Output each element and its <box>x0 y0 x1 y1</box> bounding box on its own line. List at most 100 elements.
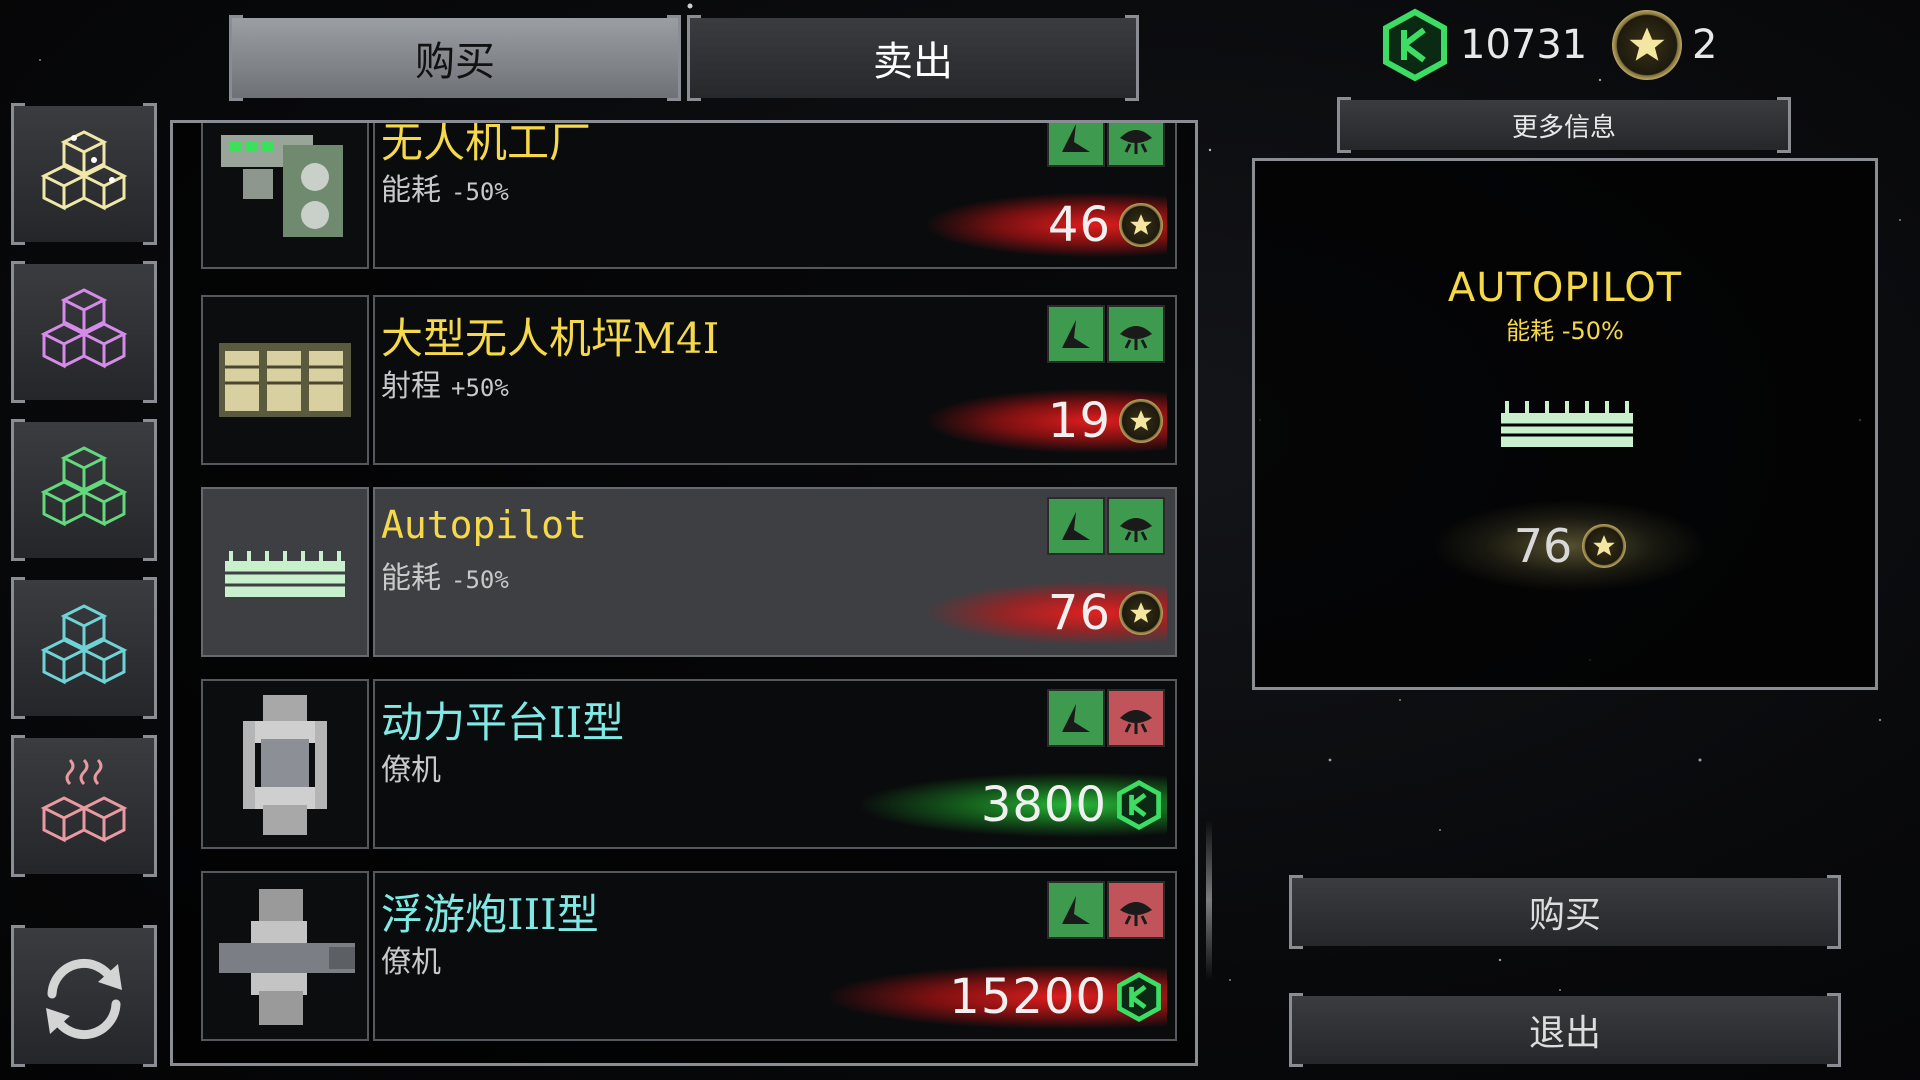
item-detail-panel: AUTOPILOT 能耗 -50% 76 <box>1252 158 1878 690</box>
item-stat-label: 僚机 <box>381 945 441 980</box>
credit-icon <box>1117 780 1161 830</box>
buy-button[interactable]: 购买 <box>1289 875 1841 949</box>
list-item[interactable]: 无人机工厂 能耗 -50% 46 <box>201 123 1177 269</box>
item-list[interactable]: 无人机工厂 能耗 -50% 46 大型无人机坪M4I 射程 +50% 19 Au… <box>170 120 1198 1066</box>
view-button[interactable] <box>1107 497 1165 555</box>
item-thumbnail <box>201 679 369 849</box>
refresh-button[interactable] <box>11 925 157 1067</box>
item-info: 动力平台II型 僚机 3800 <box>373 679 1177 849</box>
stars-value: 2 <box>1692 22 1718 68</box>
item-stat-label: 能耗 <box>381 173 441 208</box>
list-item-selected[interactable]: Autopilot 能耗 -50% 76 <box>201 487 1177 657</box>
eye-icon <box>1120 710 1152 734</box>
item-info: 无人机工厂 能耗 -50% 46 <box>373 120 1177 269</box>
credit-icon <box>1383 8 1447 82</box>
item-price-value: 76 <box>1047 585 1111 641</box>
list-item[interactable]: 大型无人机坪M4I 射程 +50% 19 <box>201 295 1177 465</box>
item-stat-value: -50% <box>451 566 509 594</box>
item-thumbnail <box>201 487 369 657</box>
view-button[interactable] <box>1107 305 1165 363</box>
detail-price: 76 <box>1435 501 1705 591</box>
category-heat-button[interactable] <box>11 735 157 877</box>
equip-button[interactable] <box>1047 497 1105 555</box>
view-button[interactable] <box>1107 689 1165 747</box>
item-price: 76 <box>927 581 1167 645</box>
detail-stat: 能耗 -50% <box>1255 311 1875 346</box>
modules-all-icon <box>40 130 128 211</box>
list-item[interactable]: 动力平台II型 僚机 3800 <box>201 679 1177 849</box>
item-price-value: 15200 <box>949 969 1107 1025</box>
autopilot-icon <box>1501 401 1633 447</box>
item-stat-value: +50% <box>451 374 509 402</box>
item-stat: 射程 +50% <box>381 361 509 405</box>
item-stat-label: 僚机 <box>381 753 441 788</box>
credits-value: 10731 <box>1460 22 1588 68</box>
eye-icon <box>1120 326 1152 350</box>
eye-icon <box>1120 518 1152 542</box>
list-scrollbar[interactable] <box>1206 820 1212 980</box>
tab-sell[interactable]: 卖出 <box>687 15 1139 101</box>
category-green-button[interactable] <box>11 419 157 561</box>
modules-heat-icon <box>40 758 128 843</box>
equip-button[interactable] <box>1047 881 1105 939</box>
equip-button[interactable] <box>1047 689 1105 747</box>
refresh-icon <box>46 958 122 1040</box>
item-stat: 能耗 -50% <box>381 553 509 597</box>
power-platform-icon <box>243 695 327 835</box>
modules-green-icon <box>40 446 128 527</box>
item-name: 浮游炮III型 <box>381 890 599 939</box>
item-price: 15200 <box>829 965 1167 1029</box>
item-name: Autopilot <box>381 503 587 547</box>
item-price-value: 3800 <box>980 777 1107 833</box>
equip-button[interactable] <box>1047 305 1105 363</box>
stars-display: 2 <box>1612 8 1717 82</box>
tab-buy[interactable]: 购买 <box>229 15 681 101</box>
equip-button[interactable] <box>1047 123 1105 167</box>
ship-silhouette-icon <box>1062 512 1090 540</box>
item-price-value: 19 <box>1047 393 1111 449</box>
item-name: 大型无人机坪M4I <box>381 314 720 363</box>
item-name: 动力平台II型 <box>381 698 625 747</box>
star-coin-icon <box>1119 591 1163 635</box>
item-stat-label: 射程 <box>381 369 441 404</box>
item-stat: 僚机 <box>381 937 441 981</box>
modules-teal-icon <box>40 604 128 685</box>
category-teal-button[interactable] <box>11 577 157 719</box>
drone-pad-icon <box>219 343 351 417</box>
detail-stat-value: -50% <box>1561 317 1624 345</box>
ship-silhouette-icon <box>1062 124 1090 152</box>
autopilot-icon <box>225 551 345 597</box>
eye-icon <box>1120 902 1152 926</box>
star-coin-icon <box>1119 203 1163 247</box>
category-purple-button[interactable] <box>11 261 157 403</box>
view-button[interactable] <box>1107 881 1165 939</box>
ship-silhouette-icon <box>1062 704 1090 732</box>
ship-silhouette-icon <box>1062 896 1090 924</box>
exit-button[interactable]: 退出 <box>1289 993 1841 1067</box>
ship-silhouette-icon <box>1062 320 1090 348</box>
item-info: 浮游炮III型 僚机 15200 <box>373 871 1177 1041</box>
more-info-label: 更多信息 <box>1511 112 1616 143</box>
detail-stat-label: 能耗 <box>1506 317 1555 345</box>
item-info: 大型无人机坪M4I 射程 +50% 19 <box>373 295 1177 465</box>
category-all-button[interactable] <box>11 103 157 245</box>
detail-title: AUTOPILOT <box>1447 265 1683 311</box>
list-item[interactable]: 浮游炮III型 僚机 15200 <box>201 871 1177 1041</box>
item-thumbnail <box>201 123 369 269</box>
more-info-button[interactable]: 更多信息 <box>1337 97 1791 153</box>
modules-purple-icon <box>40 288 128 369</box>
floating-cannon-icon <box>219 889 355 1025</box>
tab-buy-label: 购买 <box>415 39 495 85</box>
view-button[interactable] <box>1107 123 1165 167</box>
item-price: 3800 <box>860 773 1167 837</box>
item-thumbnail <box>201 871 369 1041</box>
buy-button-label: 购买 <box>1528 895 1601 936</box>
item-name: 无人机工厂 <box>381 120 592 167</box>
item-info: Autopilot 能耗 -50% 76 <box>373 487 1177 657</box>
star-coin-icon <box>1582 524 1627 568</box>
item-price-value: 46 <box>1047 197 1111 253</box>
star-coin-icon <box>1119 399 1163 443</box>
credits-display: 10731 <box>1380 8 1587 82</box>
item-stat: 僚机 <box>381 745 441 789</box>
exit-button-label: 退出 <box>1528 1013 1601 1054</box>
